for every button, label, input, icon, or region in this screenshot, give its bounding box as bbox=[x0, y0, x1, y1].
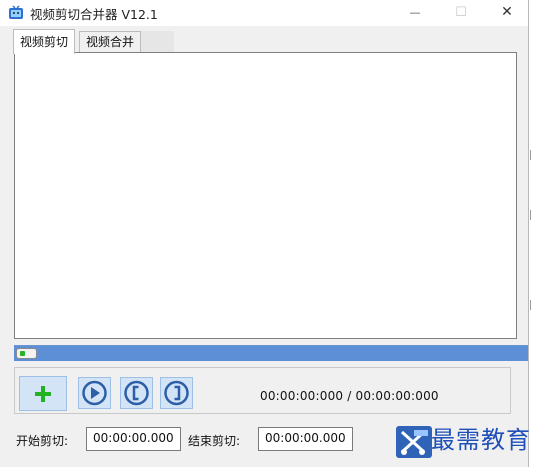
close-icon: ✕ bbox=[501, 4, 513, 20]
bracket-right-icon bbox=[164, 380, 189, 406]
mark-in-button[interactable] bbox=[120, 377, 153, 409]
seek-handle[interactable] bbox=[16, 348, 37, 359]
close-button[interactable]: ✕ bbox=[484, 0, 528, 26]
mark-out-button[interactable] bbox=[160, 377, 193, 409]
end-cut-label: 结束剪切: bbox=[188, 434, 241, 448]
tab-video-merge[interactable]: 视频合并 bbox=[79, 31, 142, 53]
add-video-button[interactable] bbox=[19, 376, 67, 411]
title-bar[interactable]: 视频剪切合并器 V12.1 — ☐ ✕ bbox=[0, 0, 528, 26]
background-divider bbox=[530, 150, 531, 160]
window-title: 视频剪切合并器 V12.1 bbox=[30, 7, 158, 22]
seek-bar-fill bbox=[14, 346, 528, 361]
maximize-icon: ☐ bbox=[455, 5, 467, 20]
background-divider bbox=[530, 210, 531, 220]
minimize-icon: — bbox=[409, 6, 421, 19]
background-divider bbox=[530, 300, 531, 310]
app-window: 视频剪切合并器 V12.1 — ☐ ✕ 视频剪切 视频合并 00:00:00:0… bbox=[0, 0, 529, 467]
maximize-button[interactable]: ☐ bbox=[438, 0, 484, 26]
end-cut-field[interactable]: 00:00:00.000 bbox=[258, 427, 353, 451]
tv-app-icon bbox=[9, 5, 23, 19]
tab-video-cut[interactable]: 视频剪切 bbox=[13, 29, 76, 54]
bracket-left-icon bbox=[124, 380, 149, 406]
video-preview-area bbox=[14, 52, 517, 339]
watermark-text: 最需教育 bbox=[431, 426, 531, 454]
minimize-button[interactable]: — bbox=[392, 0, 438, 26]
time-readout: 00:00:00:000 / 00:00:00:000 bbox=[260, 389, 439, 403]
background-window-edge bbox=[529, 0, 552, 467]
start-cut-field[interactable]: 00:00:00.000 bbox=[86, 427, 181, 451]
play-button[interactable] bbox=[78, 377, 111, 409]
tab-label: 视频剪切 bbox=[20, 35, 69, 49]
start-cut-label: 开始剪切: bbox=[16, 434, 69, 448]
seek-bar[interactable] bbox=[14, 345, 528, 361]
play-icon bbox=[82, 380, 107, 406]
tab-label: 视频合并 bbox=[86, 35, 135, 49]
